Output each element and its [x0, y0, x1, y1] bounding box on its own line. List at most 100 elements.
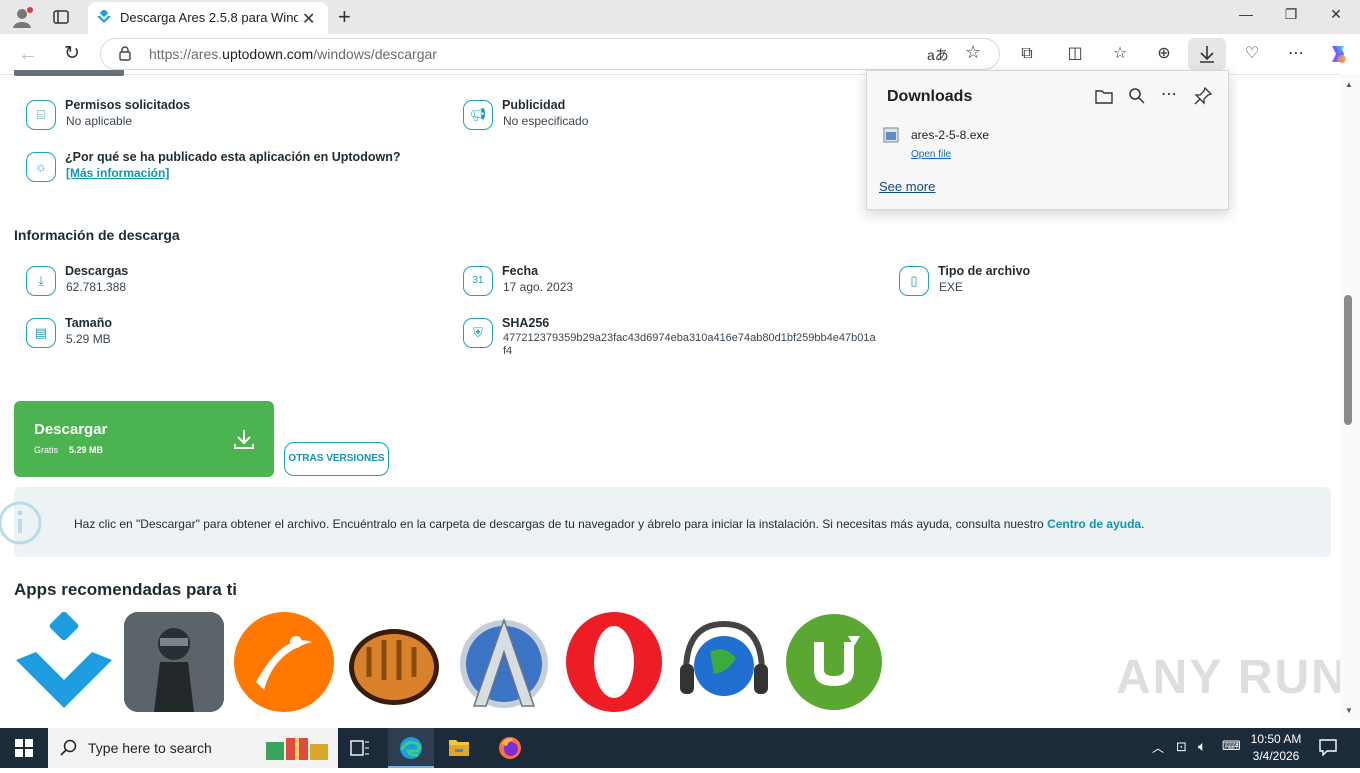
- tamano-label: Tamaño: [65, 316, 112, 330]
- recommended-heading: Apps recomendadas para ti: [14, 580, 237, 599]
- publicidad-label: Publicidad: [502, 98, 566, 112]
- taskbar-firefox-icon[interactable]: [498, 736, 522, 760]
- app-opera-icon[interactable]: [564, 612, 664, 712]
- download-item[interactable]: ares-2-5-8.exe Open file: [879, 123, 1215, 163]
- vertical-scrollbar[interactable]: ▲ ▼: [1340, 74, 1360, 720]
- site-info-icon[interactable]: [117, 45, 133, 61]
- collections-icon[interactable]: ⊕: [1152, 42, 1176, 66]
- calendar-icon: 31: [463, 266, 493, 296]
- help-notice: Haz clic en "Descargar" para obtener el …: [0, 487, 1331, 557]
- section-heading-cut: [14, 70, 134, 76]
- app-utorrent-icon[interactable]: [784, 612, 884, 712]
- download-file-name: ares-2-5-8.exe: [911, 128, 990, 142]
- tamano-value: 5.29 MB: [66, 332, 111, 346]
- lightbulb-icon: ☼: [26, 152, 56, 182]
- app-catchit-icon[interactable]: [344, 612, 444, 712]
- notification-icon[interactable]: [1318, 738, 1338, 757]
- search-placeholder: Type here to search: [88, 740, 212, 756]
- descargas-value: 62.781.388: [66, 280, 127, 294]
- other-versions-button[interactable]: OTRAS VERSIONES: [284, 442, 389, 476]
- more-info-link[interactable]: [Más información]: [66, 166, 169, 180]
- split-screen-icon[interactable]: ◫: [1063, 42, 1087, 66]
- sha-value-line2: f4: [503, 345, 513, 357]
- close-window-icon[interactable]: ✕: [1326, 6, 1346, 26]
- uptodown-favicon-icon: [96, 8, 112, 26]
- exe-file-icon: [883, 127, 899, 143]
- scroll-down-icon[interactable]: ▼: [1345, 706, 1353, 715]
- translate-icon[interactable]: aあ: [927, 45, 949, 65]
- favorite-star-icon[interactable]: ☆: [965, 42, 981, 63]
- taskbar-search-box[interactable]: Type here to search: [48, 728, 338, 768]
- sha-label: SHA256: [502, 316, 550, 330]
- help-center-link[interactable]: Centro de ayuda: [1047, 517, 1141, 531]
- publicidad-value: No especificado: [503, 114, 589, 128]
- show-hidden-icons-icon[interactable]: ︿: [1152, 739, 1164, 756]
- search-downloads-icon[interactable]: [1128, 87, 1146, 105]
- tipo-value: EXE: [939, 280, 964, 294]
- see-more-link[interactable]: See more: [879, 179, 935, 194]
- favorites-icon[interactable]: ☆: [1108, 42, 1132, 66]
- downloads-button[interactable]: [1188, 38, 1226, 70]
- sha-value-line1: 477212379359b29a23fac43d6974eba310a416e7…: [503, 332, 876, 344]
- extensions-icon[interactable]: ⧉: [1015, 42, 1039, 66]
- task-view-icon[interactable]: [350, 739, 370, 757]
- download-button-title: Descargar: [34, 421, 108, 438]
- browser-titlebar: Descarga Ares 2.5.8 para Window ✕ + — ❐ …: [0, 0, 1360, 34]
- permisos-label: Permisos solicitados: [65, 98, 191, 112]
- copilot-icon[interactable]: [1326, 42, 1350, 66]
- download-button-size: 5.29 MB: [69, 445, 104, 455]
- url-text[interactable]: https://ares.uptodown.com/windows/descar…: [149, 46, 437, 62]
- downloads-more-icon[interactable]: ⋯: [1161, 84, 1177, 104]
- volume-icon[interactable]: 🔈︎: [1198, 738, 1206, 755]
- search-highlight-gifts-icon: [264, 734, 332, 762]
- tab-actions-icon[interactable]: [52, 8, 70, 26]
- downloads-count-icon: ⤓: [26, 266, 56, 296]
- file-type-icon: ▯: [899, 266, 929, 296]
- refresh-icon[interactable]: ↻: [60, 42, 84, 66]
- more-menu-icon[interactable]: ⋯: [1284, 42, 1308, 66]
- taskbar-edge-icon[interactable]: [388, 728, 434, 768]
- info-icon: [0, 499, 48, 547]
- browser-essentials-icon[interactable]: ♡: [1240, 42, 1264, 66]
- scroll-up-icon[interactable]: ▲: [1345, 80, 1353, 89]
- address-bar[interactable]: https://ares.uptodown.com/windows/descar…: [100, 38, 1000, 70]
- back-icon[interactable]: ←: [16, 42, 40, 66]
- tipo-label: Tipo de archivo: [938, 264, 1031, 278]
- download-info-heading: Información de descarga: [14, 227, 180, 243]
- restore-icon[interactable]: ❐: [1281, 6, 1301, 26]
- network-icon[interactable]: ⊡: [1176, 739, 1187, 755]
- download-button-free: Gratis: [34, 445, 59, 455]
- taskbar: Type here to search ︿ ⊡ 🔈︎ ⌨︎ 10:50 AM 3…: [0, 728, 1360, 768]
- notice-text: Haz clic en "Descargar" para obtener el …: [74, 517, 1145, 531]
- ime-icon[interactable]: ⌨︎: [1222, 738, 1241, 754]
- anyrun-watermark: ANY RUN: [1116, 651, 1348, 704]
- pin-icon[interactable]: [1194, 86, 1213, 105]
- tab-active[interactable]: Descarga Ares 2.5.8 para Window ✕: [88, 2, 328, 34]
- minimize-icon[interactable]: —: [1236, 6, 1256, 26]
- download-arrow-icon: [1200, 46, 1214, 63]
- app-radio-headphones-icon[interactable]: [674, 612, 774, 712]
- downloads-panel-title: Downloads: [887, 88, 973, 105]
- tab-close-icon[interactable]: ✕: [302, 9, 315, 29]
- taskbar-file-explorer-icon[interactable]: [448, 737, 470, 757]
- why-published-label: ¿Por qué se ha publicado esta aplicación…: [65, 150, 401, 164]
- scrollbar-thumb[interactable]: [1344, 295, 1352, 425]
- download-arrow-icon: [232, 427, 256, 451]
- new-tab-icon[interactable]: +: [338, 4, 351, 30]
- app-avast-icon[interactable]: [234, 612, 334, 712]
- download-button[interactable]: Descargar Gratis 5.29 MB: [14, 401, 274, 477]
- tab-title: Descarga Ares 2.5.8 para Window: [120, 10, 298, 25]
- file-size-icon: ▤: [26, 318, 56, 348]
- clock-time[interactable]: 10:50 AM: [1250, 732, 1302, 746]
- descargas-label: Descargas: [65, 264, 129, 278]
- windows-start-icon[interactable]: [15, 739, 33, 757]
- app-azureus-icon[interactable]: [454, 612, 554, 712]
- profile-avatar-icon[interactable]: [10, 5, 34, 29]
- clock-date[interactable]: 3/4/2026: [1250, 749, 1302, 763]
- app-pubg-icon[interactable]: [124, 612, 224, 712]
- open-file-link[interactable]: Open file: [911, 149, 951, 160]
- app-uptodown-icon[interactable]: [14, 612, 114, 712]
- sha-shield-icon: ⛨: [463, 318, 493, 348]
- open-folder-icon[interactable]: [1095, 88, 1113, 104]
- browser-toolbar: ← ↻ https://ares.uptodown.com/windows/de…: [0, 34, 1360, 75]
